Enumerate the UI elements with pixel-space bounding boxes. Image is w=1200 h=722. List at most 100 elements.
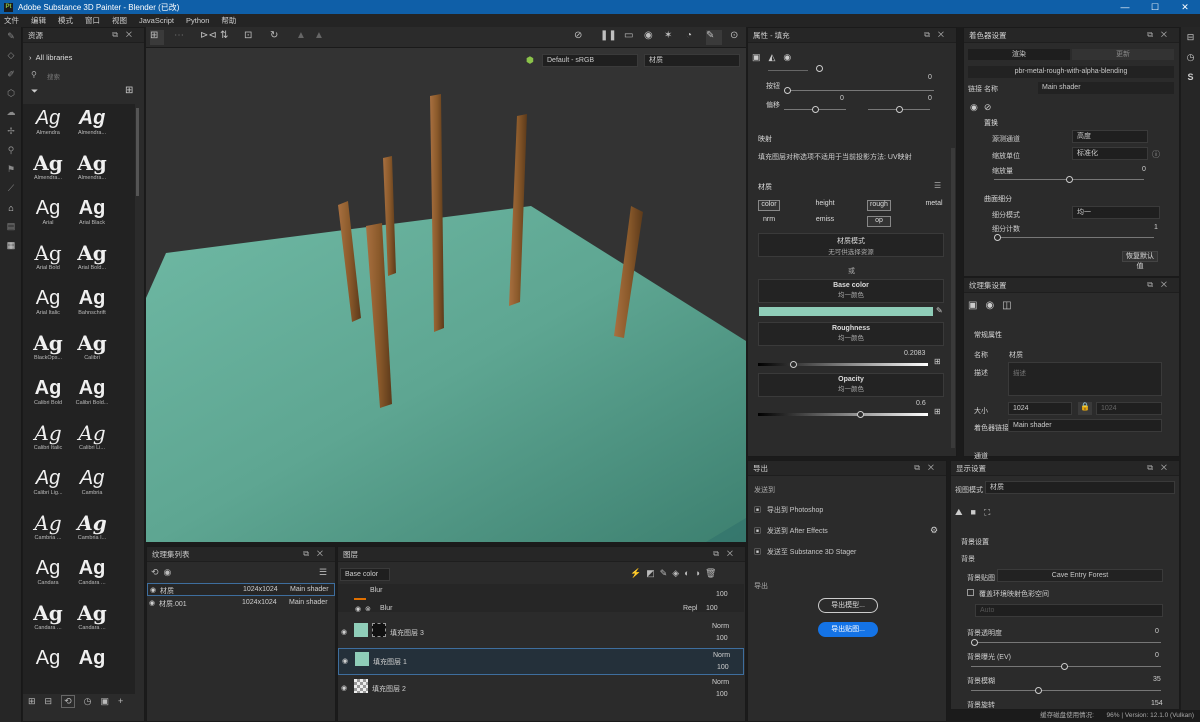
close-button[interactable]: ✕ — [1170, 0, 1200, 14]
screenshot-icon[interactable]: ⊙ — [730, 30, 738, 41]
scrollbar[interactable] — [136, 108, 139, 196]
projection-icon[interactable]: ✐ — [0, 65, 22, 84]
gear-icon[interactable]: ⚙ — [930, 525, 938, 536]
document-icon[interactable]: ▦ — [0, 236, 22, 255]
font-item[interactable]: Ag Calibri Bold — [27, 376, 69, 422]
colorspace-select[interactable]: Default - sRGB — [542, 54, 638, 67]
measure-icon[interactable]: ⟋ — [0, 179, 22, 198]
font-item[interactable]: Ag Calibri Bold... — [71, 376, 113, 422]
layer-tools[interactable]: ⚡◩✎◈◐◑🗑 — [630, 568, 721, 579]
menu-file[interactable]: 文件 — [4, 15, 19, 26]
sync-icon[interactable]: ⟲ — [61, 694, 75, 708]
color-picker-icon[interactable]: ⚲ — [0, 141, 22, 160]
viewport-mode-select[interactable]: 材质 — [644, 54, 740, 67]
menu-python[interactable]: Python — [186, 16, 209, 25]
shader-preset[interactable]: pbr-metal-rough-with-alpha-blending — [968, 66, 1174, 78]
scrollbar[interactable] — [951, 148, 955, 448]
tessellation-mode-select[interactable]: 均一 — [1072, 206, 1160, 219]
import-icon[interactable]: ⊞ — [28, 696, 36, 707]
eyedropper-icon[interactable]: ✎ — [936, 306, 943, 315]
menu-view[interactable]: 视图 — [112, 15, 127, 26]
menu-help[interactable]: 帮助 — [221, 15, 236, 26]
link-icon[interactable]: ⊞ — [934, 357, 941, 366]
view-mode-select[interactable]: 材质 — [985, 481, 1175, 494]
history-icon[interactable]: ◷ — [84, 696, 92, 707]
list-item[interactable]: ◉ 填充图层 1 Norm 100 — [338, 648, 744, 675]
info-icon[interactable]: ⓘ — [1152, 149, 1160, 160]
link-icon[interactable]: ⊞ — [934, 407, 941, 416]
reset-view-icon[interactable]: ↻ — [270, 30, 278, 41]
font-item[interactable]: Ag Candara ... — [71, 601, 113, 647]
minimize-button[interactable]: — — [1110, 0, 1140, 14]
font-item[interactable]: Ag Almendra — [27, 106, 69, 152]
mirror-x-icon[interactable]: ⊳⊲ — [200, 30, 217, 41]
folder-icon[interactable]: ▣ — [101, 696, 110, 707]
font-item[interactable]: Ag Cambria ... — [27, 511, 69, 557]
font-item[interactable]: Ag Calibri — [71, 331, 113, 377]
channel-height-button[interactable]: height — [814, 200, 836, 211]
smudge-icon[interactable]: ☁ — [0, 103, 22, 122]
channel-source-select[interactable]: 高度 — [1072, 130, 1148, 143]
size-select[interactable]: 1024 — [1008, 402, 1072, 415]
font-item[interactable]: Ag Arial Black — [71, 196, 113, 242]
menu-edit[interactable]: 编辑 — [31, 15, 46, 26]
add-icon[interactable]: + — [118, 696, 123, 706]
font-item[interactable]: Ag — [27, 646, 69, 692]
description-field[interactable]: 描述 — [1008, 362, 1162, 396]
font-item[interactable]: Ag Almendra... — [71, 151, 113, 197]
property-tabs[interactable]: ▣◭◉ — [752, 52, 799, 63]
tab-update[interactable]: 更新 — [1072, 49, 1174, 60]
bg-opacity-slider[interactable] — [971, 639, 1161, 646]
export-textures-button[interactable]: 导出贴图... — [818, 622, 878, 637]
font-item[interactable]: Ag Candara ... — [27, 601, 69, 647]
panel-controls[interactable]: ⧉✕ — [713, 549, 741, 559]
font-item[interactable]: Ag Arial — [27, 196, 69, 242]
3d-viewport[interactable]: ⬢ Default - sRGB 材质 — [146, 48, 746, 542]
override-checkbox[interactable] — [967, 589, 974, 596]
base-color-box[interactable]: Base color 均一颜色 — [758, 279, 944, 303]
menu-window[interactable]: 窗口 — [85, 15, 100, 26]
scale-slider[interactable] — [994, 176, 1144, 183]
frame-icon[interactable]: ⊡ — [244, 30, 252, 41]
reset-default-button[interactable]: 恢复默认值 — [1122, 251, 1158, 270]
panel-controls[interactable]: ⧉✕ — [914, 463, 942, 473]
background-map-field[interactable]: Cave Entry Forest — [997, 569, 1163, 582]
polygon-fill-icon[interactable]: ⌂ — [0, 198, 22, 217]
font-item[interactable]: Ag Arial Italic — [27, 286, 69, 332]
material-sphere-icon[interactable]: ◉ — [644, 30, 653, 41]
paint-brush-icon[interactable]: ✎ — [0, 27, 22, 46]
export-mesh-button[interactable]: 导出模型... — [818, 598, 878, 613]
panel-controls[interactable]: ⧉✕ — [1147, 280, 1175, 290]
mirror-y-icon[interactable]: ⇅ — [220, 30, 228, 41]
table-row[interactable]: ◉ 材质 1024x1024 Main shader — [147, 583, 335, 596]
channel-emiss-button[interactable]: emiss — [814, 216, 836, 227]
geometry-mask-icon[interactable]: ⬡ — [0, 84, 22, 103]
channel-rough-button[interactable]: rough — [867, 200, 891, 211]
link-name-field[interactable]: Main shader — [1038, 82, 1174, 94]
export-photoshop-item[interactable]: ▣ 导出到 Photoshop — [754, 505, 944, 519]
grid-view-icon[interactable]: ⊞ — [125, 85, 133, 96]
panel-controls[interactable]: ⧉✕ — [1147, 463, 1175, 473]
font-item[interactable]: Ag — [71, 646, 113, 692]
table-row[interactable]: ◉ 材质.001 1024x1024 Main shader — [147, 597, 335, 610]
camera-right-icon[interactable]: ▲ — [314, 30, 324, 41]
roughness-slider[interactable] — [758, 361, 928, 368]
bake-light-icon[interactable]: ◔ — [686, 30, 692, 41]
font-item[interactable]: Ag Almendra... — [71, 106, 113, 152]
search-input[interactable]: 搜索 — [47, 71, 137, 81]
font-item[interactable]: Ag BlackOps... — [27, 331, 69, 377]
export-stager-item[interactable]: ▣ 发送至 Substance 3D Stager — [754, 547, 944, 561]
bg-blur-slider[interactable] — [971, 687, 1161, 694]
font-item[interactable]: Ag Arial Bold... — [71, 241, 113, 287]
shader-link-select[interactable]: Main shader — [1008, 419, 1162, 432]
font-item[interactable]: Ag Candara ... — [71, 556, 113, 602]
font-item[interactable]: Ag Calibri Li... — [71, 421, 113, 467]
font-item[interactable]: Ag Calibri Italic — [27, 421, 69, 467]
no-camera-icon[interactable]: ⊘ — [574, 30, 582, 41]
channel-metal-button[interactable]: metal — [922, 200, 946, 211]
grid-toggle-icon[interactable]: ⊞ — [150, 30, 164, 45]
export-aftereffects-item[interactable]: ▣ 发送到 After Effects — [754, 526, 944, 540]
list-icon[interactable]: ☰ — [934, 181, 941, 190]
light-icon[interactable]: ✶ — [664, 30, 672, 41]
lock-icon[interactable]: 🔒 — [1078, 402, 1092, 415]
